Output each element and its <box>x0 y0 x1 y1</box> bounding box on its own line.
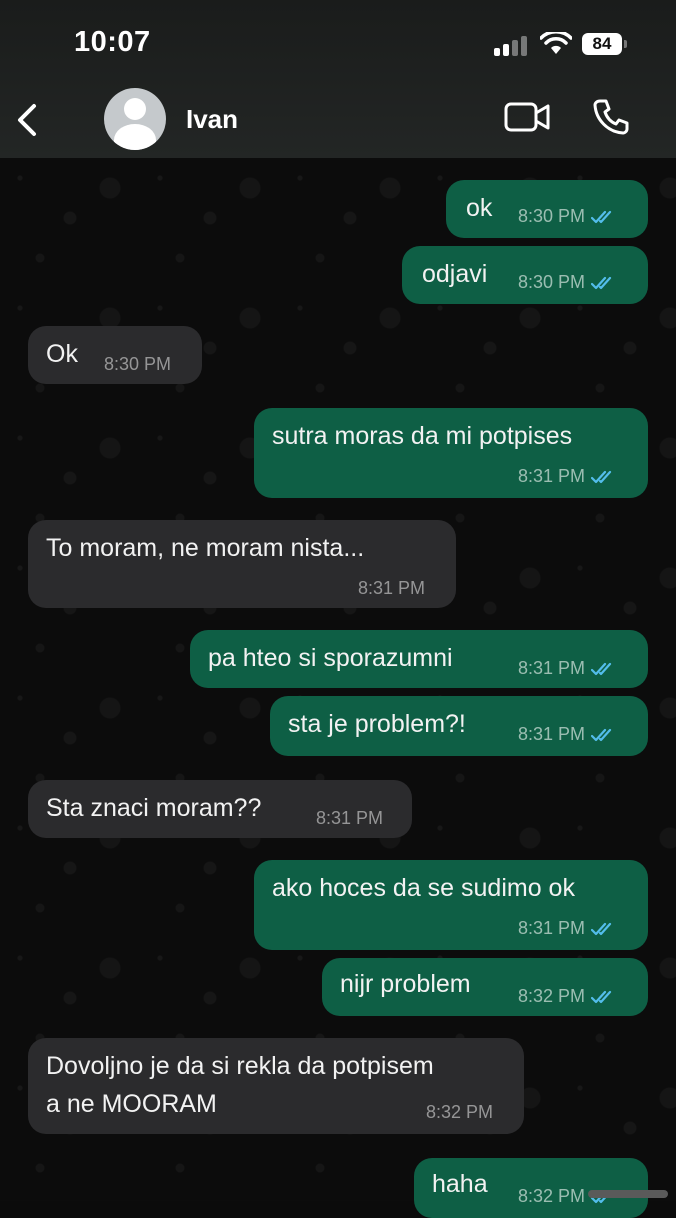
person-icon <box>124 98 146 120</box>
message-bubble-outgoing[interactable]: odjavi 8:30 PM <box>402 246 648 304</box>
chat-header: 10:07 84 Ivan <box>0 0 676 158</box>
double-check-icon <box>591 991 612 1004</box>
phone-icon[interactable] <box>592 98 630 136</box>
message-time: 8:31 PM <box>518 466 586 486</box>
signal-icon <box>494 36 530 56</box>
battery-indicator: 84 <box>582 33 622 55</box>
message-bubble-incoming[interactable]: Dovoljno je da si rekla da potpisem a ne… <box>28 1038 524 1134</box>
home-indicator <box>588 1190 668 1198</box>
message-text: Sta znaci moram?? <box>46 794 262 822</box>
message-bubble-outgoing[interactable]: sta je problem?! 8:31 PM <box>270 696 648 756</box>
double-check-icon <box>591 277 612 290</box>
message-text: To moram, ne moram nista... <box>46 534 365 562</box>
message-text-line2: a ne MOORAM <box>46 1090 217 1118</box>
message-time: 8:32 PM <box>426 1102 494 1122</box>
message-time: 8:31 PM <box>518 918 586 938</box>
message-time: 8:32 PM <box>518 986 586 1006</box>
message-text: nijr problem <box>340 970 471 998</box>
double-check-icon <box>591 729 612 742</box>
message-text: odjavi <box>422 260 488 288</box>
message-time: 8:32 PM <box>518 1186 586 1206</box>
double-check-icon <box>591 211 612 224</box>
message-text: pa hteo si sporazumni <box>208 644 453 672</box>
message-bubble-outgoing[interactable]: ako hoces da se sudimo ok 8:31 PM <box>254 860 648 950</box>
message-time: 8:30 PM <box>104 354 172 374</box>
message-bubble-incoming[interactable]: Ok 8:30 PM <box>28 326 202 384</box>
battery-tip <box>624 40 627 48</box>
message-text: ako hoces da se sudimo ok <box>272 874 575 902</box>
message-time: 8:30 PM <box>518 272 586 292</box>
message-text: Dovoljno je da si rekla da potpisem <box>46 1052 434 1080</box>
message-bubble-outgoing[interactable]: ok 8:30 PM <box>446 180 648 238</box>
message-time: 8:31 PM <box>518 724 586 744</box>
double-check-icon <box>591 923 612 936</box>
wifi-icon <box>540 32 572 54</box>
contact-avatar[interactable] <box>104 88 166 150</box>
message-bubble-outgoing[interactable]: pa hteo si sporazumni 8:31 PM <box>190 630 648 688</box>
message-time: 8:31 PM <box>316 808 384 828</box>
message-text: sta je problem?! <box>288 710 466 738</box>
message-bubble-incoming[interactable]: To moram, ne moram nista... 8:31 PM <box>28 520 456 608</box>
message-time: 8:31 PM <box>518 658 586 678</box>
message-bubble-outgoing[interactable]: haha 8:32 PM <box>414 1158 648 1218</box>
message-time: 8:31 PM <box>358 578 426 598</box>
chevron-left-icon[interactable] <box>12 100 44 140</box>
message-text: Ok <box>46 340 78 368</box>
contact-name[interactable]: Ivan <box>186 104 238 135</box>
double-check-icon <box>591 471 612 484</box>
message-bubble-outgoing[interactable]: sutra moras da mi potpises 8:31 PM <box>254 408 648 498</box>
status-time: 10:07 <box>74 26 151 58</box>
double-check-icon <box>591 663 612 676</box>
video-camera-icon[interactable] <box>504 100 550 134</box>
message-text: sutra moras da mi potpises <box>272 422 573 450</box>
message-text: haha <box>432 1170 488 1198</box>
message-bubble-outgoing[interactable]: nijr problem 8:32 PM <box>322 958 648 1016</box>
message-text: ok <box>466 194 493 222</box>
message-bubble-incoming[interactable]: Sta znaci moram?? 8:31 PM <box>28 780 412 838</box>
message-time: 8:30 PM <box>518 206 586 226</box>
